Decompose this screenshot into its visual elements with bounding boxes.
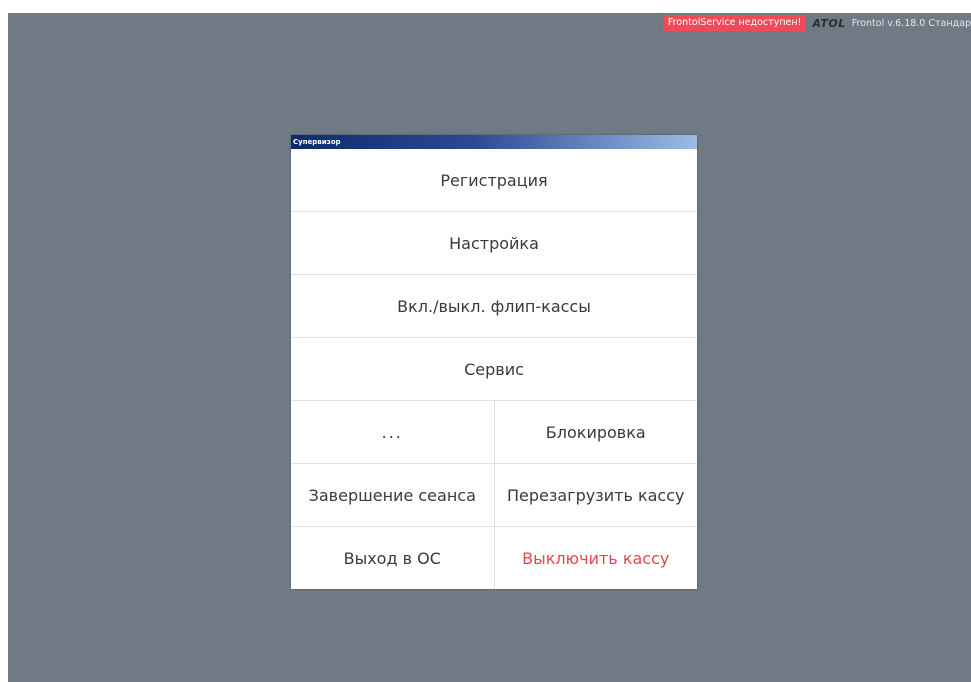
supervisor-dialog: Супервизор Регистрация Настройка Вкл./вы… [291, 135, 697, 589]
supervisor-menu: Регистрация Настройка Вкл./выкл. флип-ка… [291, 149, 697, 589]
status-bar: FrontolService недоступен! ATOL Frontol … [662, 13, 971, 33]
service-status-badge: FrontolService недоступен! [662, 15, 807, 31]
flip-register-toggle-button[interactable]: Вкл./выкл. флип-кассы [291, 275, 697, 337]
registration-button[interactable]: Регистрация [291, 149, 697, 211]
menu-row: Выход в ОС Выключить кассу [291, 527, 697, 589]
menu-row: Вкл./выкл. флип-кассы [291, 275, 697, 338]
settings-button[interactable]: Настройка [291, 212, 697, 274]
menu-row: Регистрация [291, 149, 697, 212]
end-session-button[interactable]: Завершение сеанса [291, 464, 494, 526]
exit-os-button[interactable]: Выход в ОС [291, 527, 494, 589]
menu-row: Настройка [291, 212, 697, 275]
version-label: Frontol v.6.18.0 Стандар [851, 17, 971, 29]
atol-logo: ATOL [812, 16, 846, 30]
service-button[interactable]: Сервис [291, 338, 697, 400]
menu-row: Завершение сеанса Перезагрузить кассу [291, 464, 697, 527]
menu-row: ... Блокировка [291, 401, 697, 464]
menu-row: Сервис [291, 338, 697, 401]
dialog-title: Супервизор [291, 135, 697, 149]
restart-register-button[interactable]: Перезагрузить кассу [493, 464, 697, 526]
shutdown-register-button[interactable]: Выключить кассу [493, 527, 697, 589]
more-button[interactable]: ... [291, 401, 494, 463]
desktop-background: FrontolService недоступен! ATOL Frontol … [8, 13, 971, 682]
lock-button[interactable]: Блокировка [493, 401, 697, 463]
